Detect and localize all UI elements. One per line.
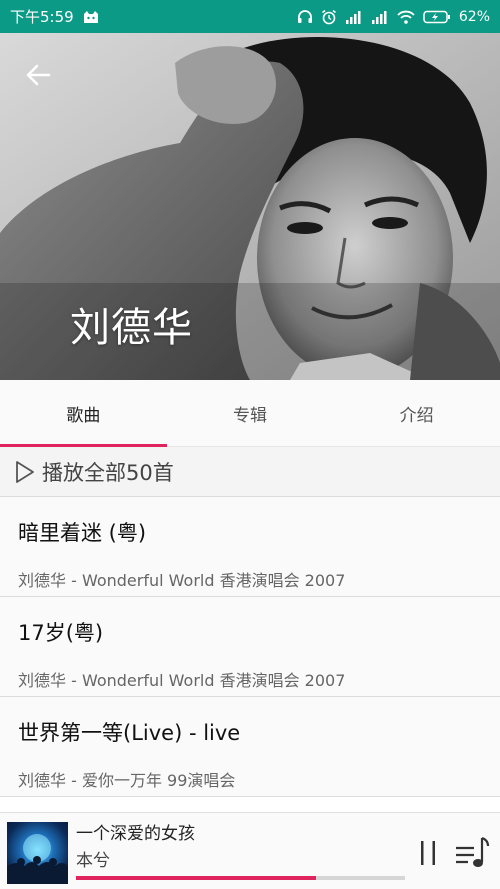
tab-label: 专辑 (233, 405, 267, 426)
playlist-button[interactable] (452, 833, 492, 873)
playback-progress[interactable] (76, 876, 405, 880)
tab-bar: 歌曲 专辑 介绍 (0, 380, 500, 447)
artist-screen: 下午5:59 62% 刘德华 歌曲 专辑 介绍 播放全部50首 暗里着迷 (粤)… (0, 0, 500, 889)
now-playing-bar[interactable]: 一个深爱的女孩 本兮 (0, 812, 500, 889)
battery-percent: 62% (458, 8, 490, 25)
song-list-item[interactable]: 17岁(粤) 刘德华 - Wonderful World 香港演唱会 2007 (0, 597, 500, 697)
tab-albums[interactable]: 专辑 (167, 380, 334, 446)
song-subtitle: 刘德华 - Wonderful World 香港演唱会 2007 (18, 671, 346, 690)
play-outline-icon (16, 460, 34, 483)
song-list-item[interactable]: 暗里着迷 (粤) 刘德华 - Wonderful World 香港演唱会 200… (0, 497, 500, 597)
tab-label: 歌曲 (66, 405, 101, 426)
back-button[interactable] (18, 55, 58, 95)
playback-progress-fill (76, 876, 317, 880)
battery-charging-icon (423, 10, 451, 24)
headphones-icon (297, 9, 313, 25)
play-all-label: 播放全部50首 (42, 460, 174, 485)
now-playing-artist: 本兮 (76, 851, 110, 871)
album-cover-art (7, 834, 68, 884)
song-list: 暗里着迷 (粤) 刘德华 - Wonderful World 香港演唱会 200… (0, 497, 500, 797)
song-title: 暗里着迷 (粤) (18, 521, 147, 545)
pause-button[interactable] (414, 837, 442, 869)
playlist-icon (456, 836, 490, 867)
song-subtitle: 刘德华 - 爱你一万年 99演唱会 (18, 771, 236, 790)
tab-songs[interactable]: 歌曲 (0, 380, 167, 447)
tab-intro[interactable]: 介绍 (333, 380, 500, 446)
tab-label: 介绍 (399, 405, 434, 426)
now-playing-title: 一个深爱的女孩 (76, 824, 195, 844)
back-arrow-icon (26, 64, 51, 86)
signal-icon (371, 10, 389, 24)
status-time: 下午5:59 (10, 8, 74, 26)
play-all-button[interactable]: 播放全部50首 (0, 447, 500, 497)
status-right: 62% (297, 9, 490, 25)
artist-name: 刘德华 (70, 305, 193, 351)
song-list-item[interactable]: 世界第一等(Live) - live 刘德华 - 爱你一万年 99演唱会 (0, 697, 500, 797)
artist-hero-image: 刘德华 (0, 33, 500, 380)
wifi-icon (397, 10, 415, 24)
song-subtitle: 刘德华 - Wonderful World 香港演唱会 2007 (18, 571, 346, 590)
signal-icon (345, 10, 363, 24)
status-left: 下午5:59 (10, 6, 100, 27)
alarm-icon (321, 9, 337, 25)
album-cover[interactable] (7, 822, 68, 884)
status-bar: 下午5:59 62% (0, 0, 500, 33)
song-title: 世界第一等(Live) - live (18, 721, 241, 745)
notification-cat-icon (82, 10, 100, 24)
pause-icon (421, 841, 435, 865)
song-title: 17岁(粤) (18, 621, 104, 645)
